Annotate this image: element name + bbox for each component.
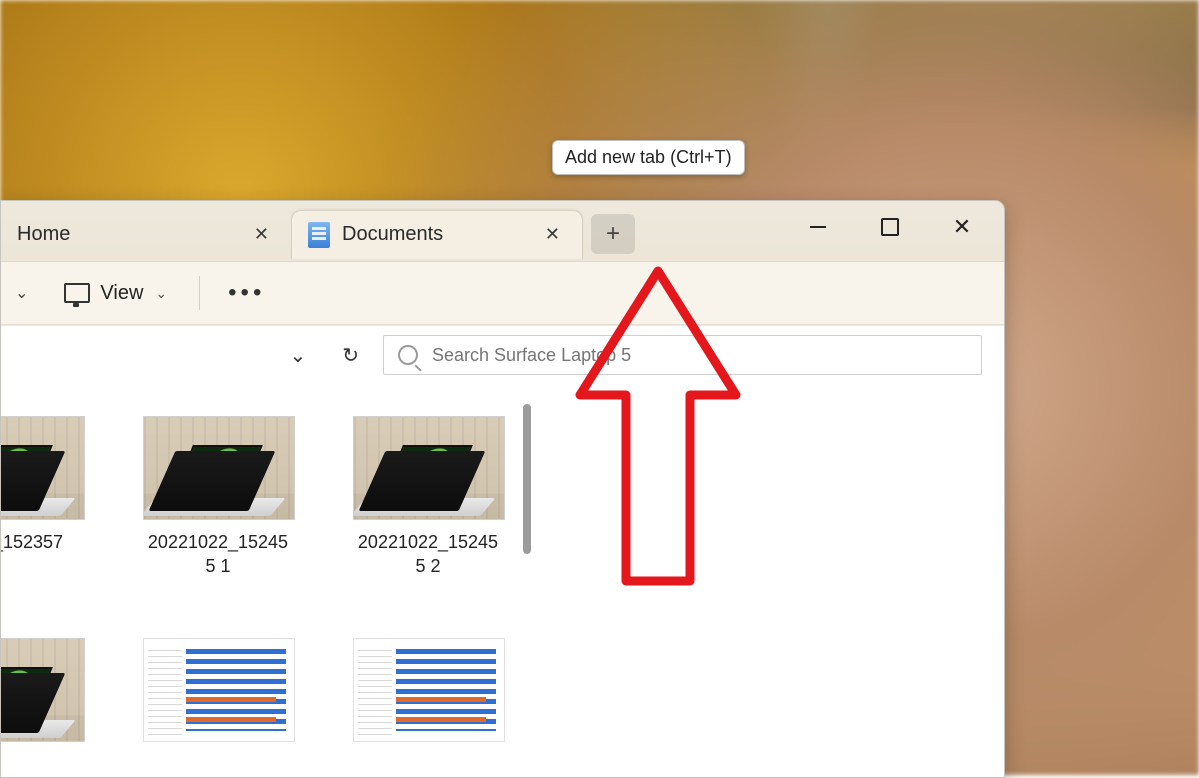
document-thumbnail — [143, 638, 295, 742]
tab-home-label: Home — [17, 223, 246, 246]
search-icon — [398, 345, 418, 365]
view-label: View — [100, 282, 143, 305]
tab-strip: Home ✕ Documents ✕ + — [1, 201, 635, 261]
tab-home[interactable]: Home ✕ — [1, 210, 291, 258]
new-tab-button[interactable]: + — [591, 214, 635, 254]
more-options-button[interactable]: ••• — [220, 275, 273, 311]
file-thumbnails-row1: 1022_152357 20221022_15245 5 1 20221022_… — [1, 416, 503, 579]
tab-documents-label: Documents — [342, 223, 537, 246]
image-thumbnail — [1, 638, 85, 742]
new-tab-tooltip: Add new tab (Ctrl+T) — [552, 140, 745, 175]
command-bar: ⌄ View ⌄ ••• — [1, 262, 1004, 325]
recent-locations-chevron-icon[interactable]: ⌄ — [283, 339, 312, 372]
file-item[interactable]: 20221022_15245 5 2 — [353, 416, 503, 579]
file-item[interactable] — [143, 638, 293, 742]
maximize-button[interactable] — [872, 209, 908, 245]
tab-home-close-icon[interactable]: ✕ — [246, 220, 277, 249]
close-icon: ✕ — [953, 214, 971, 240]
toolbar-separator — [199, 276, 200, 310]
file-explorer-window: Home ✕ Documents ✕ + ✕ ⌄ View ⌄ ••• — [0, 200, 1005, 778]
file-item[interactable]: 1022_152357 — [1, 416, 83, 579]
file-name: 20221022_15245 5 2 — [353, 530, 503, 579]
titlebar: Home ✕ Documents ✕ + ✕ — [1, 201, 1004, 262]
file-item[interactable]: 20221022_15245 5 1 — [143, 416, 293, 579]
file-name: 20221022_15245 5 1 — [143, 530, 293, 579]
maximize-icon — [881, 218, 899, 236]
search-box[interactable] — [383, 335, 982, 375]
monitor-icon — [64, 283, 90, 303]
window-controls: ✕ — [800, 201, 998, 253]
file-name: 1022_152357 — [1, 530, 83, 554]
scrollbar-thumb[interactable] — [523, 404, 531, 554]
document-thumbnail — [353, 638, 505, 742]
close-window-button[interactable]: ✕ — [944, 209, 980, 245]
file-thumbnails-row2 — [1, 638, 503, 742]
address-bar-controls: ⌄ ↻ — [1, 339, 383, 372]
address-search-row: ⌄ ↻ — [1, 326, 1004, 384]
refresh-icon[interactable]: ↻ — [336, 339, 365, 372]
plus-icon: + — [606, 220, 620, 248]
tab-documents[interactable]: Documents ✕ — [291, 210, 583, 259]
toolbar-overflow-left-icon[interactable]: ⌄ — [5, 277, 38, 309]
image-thumbnail — [353, 416, 505, 520]
file-item[interactable] — [1, 638, 83, 742]
tooltip-text: Add new tab (Ctrl+T) — [565, 147, 732, 167]
image-thumbnail — [143, 416, 295, 520]
file-item[interactable] — [353, 638, 503, 742]
minimize-button[interactable] — [800, 209, 836, 245]
search-input[interactable] — [430, 344, 967, 367]
document-icon — [308, 222, 330, 248]
chevron-down-icon: ⌄ — [155, 285, 167, 302]
tab-documents-close-icon[interactable]: ✕ — [537, 220, 568, 249]
image-thumbnail — [1, 416, 85, 520]
view-menu-button[interactable]: View ⌄ — [52, 276, 179, 311]
minimize-icon — [810, 226, 826, 228]
content-pane: 1022_152357 20221022_15245 5 1 20221022_… — [1, 384, 1004, 778]
